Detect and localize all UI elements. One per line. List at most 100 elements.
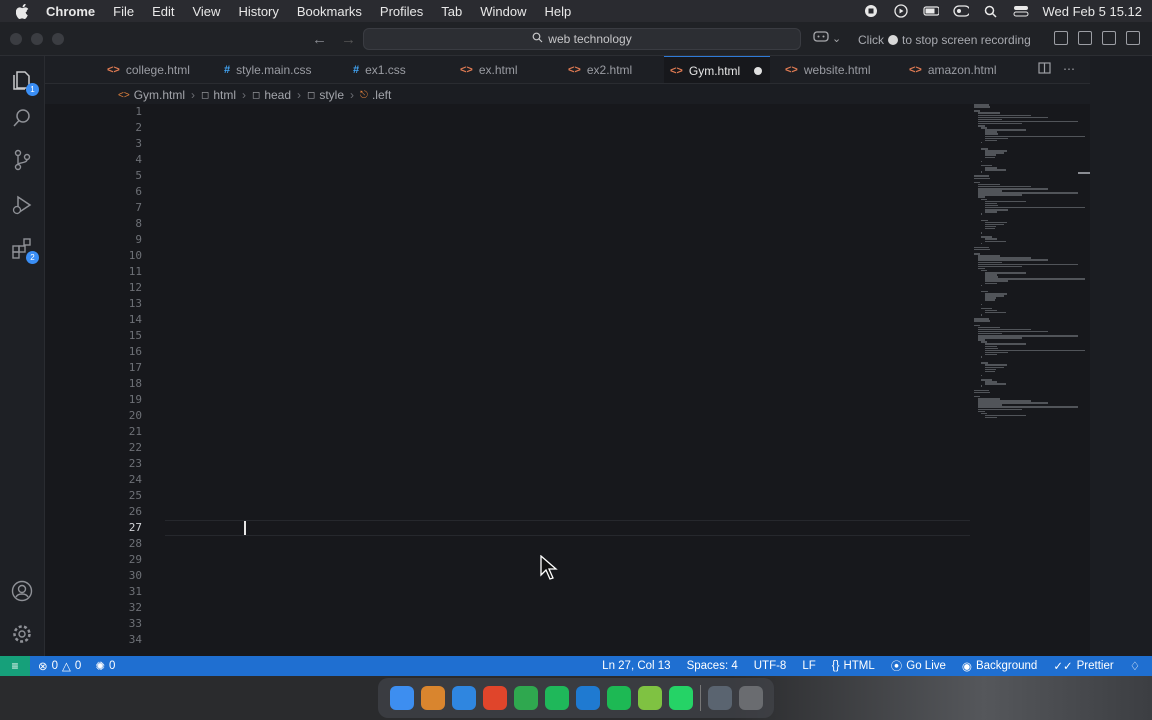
brave-icon[interactable]: [482, 686, 507, 710]
minimize-window-button[interactable]: [31, 32, 43, 45]
toggle-sidebar-icon[interactable]: [1054, 31, 1068, 45]
line-number: 8: [135, 217, 142, 230]
go-live-button[interactable]: ⦿ Go Live: [891, 658, 946, 674]
run-debug-icon[interactable]: [10, 192, 34, 216]
zoom-window-button[interactable]: [52, 32, 64, 45]
chevron-right-icon: ›: [297, 88, 302, 102]
minimap-line: [981, 314, 983, 316]
language-mode[interactable]: {} HTML: [832, 660, 875, 672]
breadcrumb: <> Gym.html › ◻ html › ◻ head › ◻ style …: [118, 86, 391, 104]
menu-bookmarks[interactable]: Bookmarks: [297, 4, 362, 19]
tab-college-html[interactable]: <> college.html: [101, 56, 196, 83]
gear-icon[interactable]: [10, 622, 34, 646]
extensions-icon[interactable]: 2: [10, 236, 39, 264]
breadcrumb-item-file[interactable]: Gym.html: [134, 88, 185, 102]
customize-layout-icon[interactable]: [1126, 31, 1140, 45]
problems-indicator[interactable]: ⊗ 0 △ 0: [38, 659, 81, 673]
apple-icon[interactable]: [16, 3, 32, 19]
split-editor-icon[interactable]: [1038, 62, 1051, 77]
ports-icon: ✺: [95, 661, 105, 673]
breadcrumb-item-selector[interactable]: .left: [372, 88, 391, 102]
menu-edit[interactable]: Edit: [152, 4, 174, 19]
finder-icon[interactable]: [389, 686, 414, 710]
line-number: 22: [128, 441, 142, 454]
screen-recorder-icon[interactable]: [707, 686, 732, 710]
launchpad-icon[interactable]: [420, 686, 445, 710]
breadcrumb-item-head[interactable]: head: [264, 88, 291, 102]
minimap-line: [984, 211, 997, 213]
menu-view[interactable]: View: [192, 4, 220, 19]
tab-website-html[interactable]: <> website.html: [779, 56, 877, 83]
code-editor[interactable]: 1 2 3 4 5 6 7 8 9 10 11 12 13 14 15 16 17 18 19 20 21 22 23 24 2…: [45, 104, 1090, 656]
menu-help[interactable]: Help: [545, 4, 572, 19]
more-actions-icon[interactable]: ⋯: [1063, 62, 1075, 77]
trash-icon[interactable]: [738, 686, 763, 710]
cursor-position[interactable]: Ln 27, Col 13: [602, 660, 670, 672]
toggle-panel-icon[interactable]: [1078, 31, 1092, 45]
copilot-menu[interactable]: ⌄: [813, 30, 841, 46]
scrollbar-marker[interactable]: [1078, 172, 1090, 174]
ports-indicator[interactable]: ✺ 0: [95, 659, 115, 673]
bluestacks-icon[interactable]: [637, 686, 662, 710]
screen-mirror-icon[interactable]: [952, 3, 969, 19]
toggle-secondary-sidebar-icon[interactable]: [1102, 31, 1116, 45]
tab-style-main-css[interactable]: # style.main.css: [218, 56, 317, 83]
prettier-button[interactable]: ✓✓ Prettier: [1053, 659, 1113, 673]
html-file-icon: <>: [107, 64, 120, 76]
warning-icon: △: [62, 661, 71, 673]
minimap[interactable]: [970, 104, 1085, 656]
forward-arrow-icon[interactable]: →: [341, 31, 356, 48]
menu-app-chrome[interactable]: Chrome: [46, 4, 95, 19]
line-number: 13: [128, 297, 142, 310]
layout-controls: [1054, 31, 1140, 45]
tab-amazon-html[interactable]: <> amazon.html: [903, 56, 1003, 83]
explorer-icon[interactable]: 1: [10, 68, 39, 96]
pycharm-icon[interactable]: [544, 686, 569, 710]
breadcrumb-item-style[interactable]: style: [319, 88, 344, 102]
chrome-icon[interactable]: [513, 686, 538, 710]
vscode-icon[interactable]: [575, 686, 600, 710]
close-window-button[interactable]: [10, 32, 22, 45]
element-icon: ◻: [252, 89, 261, 101]
dock-separator: [699, 685, 701, 711]
menu-file[interactable]: File: [113, 4, 134, 19]
notifications-bell-icon[interactable]: ♢: [1130, 659, 1140, 673]
tab-gym-html[interactable]: <> Gym.html: [664, 56, 770, 83]
whatsapp-icon[interactable]: [668, 686, 693, 710]
menu-history[interactable]: History: [238, 4, 278, 19]
tab-ex-html[interactable]: <> ex.html: [454, 56, 524, 83]
record-stop-icon[interactable]: [863, 3, 879, 19]
unsaved-dot-icon[interactable]: [754, 66, 763, 75]
remote-indicator-icon[interactable]: ≡: [0, 656, 30, 676]
line-number: 9: [135, 233, 142, 246]
breadcrumb-item-html[interactable]: html: [213, 88, 236, 102]
safari-icon[interactable]: [451, 686, 476, 710]
minimap-line: [974, 248, 990, 251]
minimap-line: [984, 227, 995, 230]
screen-recording-notice[interactable]: Click to stop screen recording: [858, 33, 1031, 47]
account-icon[interactable]: [10, 579, 34, 603]
play-icon[interactable]: [893, 3, 909, 19]
search-icon[interactable]: [983, 3, 999, 19]
control-center-icon[interactable]: [1013, 3, 1029, 19]
menu-window[interactable]: Window: [480, 4, 526, 19]
battery-icon[interactable]: [922, 3, 939, 19]
line-number: 19: [128, 393, 142, 406]
back-arrow-icon[interactable]: ←: [312, 31, 327, 48]
background-button[interactable]: ◉ Background: [962, 659, 1037, 673]
encoding[interactable]: UTF-8: [754, 660, 787, 672]
menubar-clock[interactable]: Wed Feb 5 15.12: [1043, 4, 1143, 19]
macos-dock: [378, 678, 774, 718]
search-icon[interactable]: [10, 106, 34, 130]
spotify-icon[interactable]: [606, 686, 631, 710]
minimap-line: [984, 311, 1006, 314]
tab-ex1-css[interactable]: # ex1.css: [347, 56, 412, 83]
go-live-label: Go Live: [906, 660, 946, 672]
end-of-line[interactable]: LF: [802, 660, 815, 672]
command-center-search[interactable]: web technology: [363, 28, 801, 50]
menu-profiles[interactable]: Profiles: [380, 4, 423, 19]
source-control-icon[interactable]: [10, 148, 34, 172]
menu-tab[interactable]: Tab: [441, 4, 462, 19]
indentation[interactable]: Spaces: 4: [687, 660, 738, 672]
tab-ex2-html[interactable]: <> ex2.html: [562, 56, 638, 83]
